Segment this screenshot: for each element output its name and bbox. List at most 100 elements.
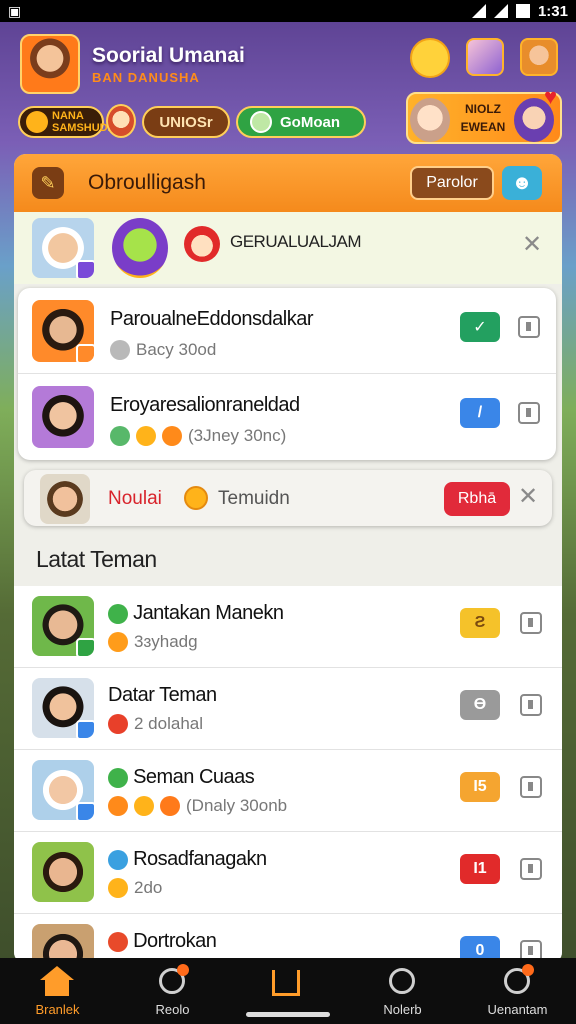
heart-icon: ♥ [544,84,558,109]
nav-item-user[interactable]: Uenantam [460,958,575,1024]
edit-button[interactable]: / [460,398,500,428]
more-icon[interactable] [520,776,542,798]
friend-name-text: Dortrokan [133,930,217,952]
friend-row[interactable]: Rosadfanagakn 2do I1 [14,832,562,914]
badge-icon [76,638,94,656]
friend-sub-text: 2do [134,878,163,897]
banner-button[interactable]: Rbhā [444,482,510,516]
header-button-3-label: GoMoan [280,113,340,131]
app-title: Soorial Umanai [92,44,245,67]
friend-status-icon [108,849,128,870]
emoji-icon [134,796,154,816]
nav-item-search[interactable]: Nolerb [345,958,460,1024]
friend-sub: 2 dolahal [108,714,203,734]
more-icon[interactable] [520,858,542,880]
friend-name: Rosadfanagakn [108,848,267,871]
friend-row[interactable]: Datar Teman 2 dolahal Ɵ [14,668,562,750]
app-subtitle: BAN DANUSHA [92,70,200,85]
search-icon [385,966,419,998]
banner-label: Noulai [108,488,162,509]
nav-item-profile[interactable]: Reolo [115,958,230,1024]
nav-label: Reolo [155,1002,190,1017]
suggestion-banner[interactable]: Noulai Temuidn Rbhā ✕ [24,470,552,526]
character-chip-icon [184,226,220,262]
app-header: Soorial Umanai BAN DANUSHA NANA SAMSHUDA… [0,22,576,152]
avatar [32,678,94,738]
requests-card: ParoualneEddonsdalkar Bacy 30od ✓ Eroyar… [18,288,556,460]
edit-icon[interactable]: ✎ [32,167,64,199]
friend-sub-text: 3ɜyhadg [134,632,198,651]
friend-action-button[interactable]: Ƨ [460,608,500,638]
friend-status-icon [108,767,128,788]
friends-panel: ✎ Obroulligash Parolor ☻ GERUALUALJAM ✕ … [14,154,562,964]
avatar [32,842,94,902]
emoji-icon [108,632,128,652]
character-icon[interactable] [106,104,136,138]
app-avatar[interactable] [20,34,80,94]
emoji-icon [108,796,128,816]
nav-item-home[interactable]: Branlek [0,958,115,1024]
friend-name-text: Rosadfanagakn [133,848,267,870]
header-button-2[interactable]: UNIOSr [142,106,230,138]
request-row[interactable]: Eroyaresalionraneldad (3Jney 30nc) / [18,374,556,460]
avatar [32,760,94,820]
face-icon [250,111,272,133]
notice-row[interactable]: GERUALUALJAM ✕ [14,212,562,284]
emoji-icon [162,426,182,446]
friend-name-text: Seman Cuaas [133,766,255,788]
request-sub-text: (3Jney 30nc) [188,426,287,445]
friend-sub: (Dnaly 30onb [108,796,287,816]
close-icon[interactable]: ✕ [518,482,538,511]
house-outline-icon [270,966,304,998]
friend-row[interactable]: Seman Cuaas (Dnaly 30onb I5 [14,750,562,832]
panel-header-button[interactable]: Parolor [410,166,494,200]
friend-row[interactable]: Jantakan Manekn 3ɜyhadg Ƨ [14,586,562,668]
request-name: Eroyaresalionraneldad [110,394,300,416]
globe-icon [110,426,130,446]
friend-row[interactable]: Dortrokan 0 [14,914,562,964]
nav-label: Branlek [35,1002,80,1017]
header-button-3[interactable]: GoMoan [236,106,366,138]
friend-action-button[interactable]: I5 [460,772,500,802]
badge-icon [76,802,94,820]
friend-name: Datar Teman [108,684,217,706]
promo-banner[interactable]: NIOLZ EWEAN ♥ [406,84,562,144]
more-icon[interactable] [520,694,542,716]
promo-avatar-left [410,98,450,142]
banner-avatar [40,474,90,524]
user-icon [500,964,534,998]
friend-sub: 2do [108,878,162,898]
smiley-icon[interactable] [410,38,450,78]
heart-icon [108,714,128,734]
panel-title: Obroulligash [88,171,206,194]
request-row[interactable]: ParoualneEddonsdalkar Bacy 30od ✓ [18,288,556,374]
coin-icon [26,111,48,133]
signal-icon [493,4,508,18]
profile-avatar-icon[interactable] [520,38,558,76]
more-icon[interactable] [518,316,540,338]
notification-dot [177,964,189,976]
banner-text: Temuidn [218,488,290,509]
close-icon[interactable]: ✕ [522,230,542,259]
request-sub: Bacy 30od [110,340,216,360]
panel-header: ✎ Obroulligash Parolor ☻ [14,154,562,212]
friend-sub: 3ɜyhadg [108,632,198,652]
more-icon[interactable] [518,402,540,424]
home-indicator [246,1012,330,1017]
friend-action-button[interactable]: I1 [460,854,500,884]
accept-button[interactable]: ✓ [460,312,500,342]
more-icon[interactable] [520,612,542,634]
request-name: ParoualneEddonsdalkar [110,308,314,330]
friend-status-icon [108,931,128,952]
ghost-icon[interactable]: ☻ [502,166,542,200]
gift-avatar-icon[interactable] [466,38,504,76]
emoji-icon [160,796,180,816]
friend-status-icon [108,603,128,624]
badge-icon [76,720,94,738]
status-bar: ▣ 1:31 [0,0,576,22]
friend-sub-text: 2 dolahal [134,714,204,733]
friend-action-button[interactable]: Ɵ [460,690,500,720]
avatar [32,596,94,656]
level-pill[interactable]: NANA SAMSHUDA [18,106,116,138]
profile-icon [155,964,189,998]
